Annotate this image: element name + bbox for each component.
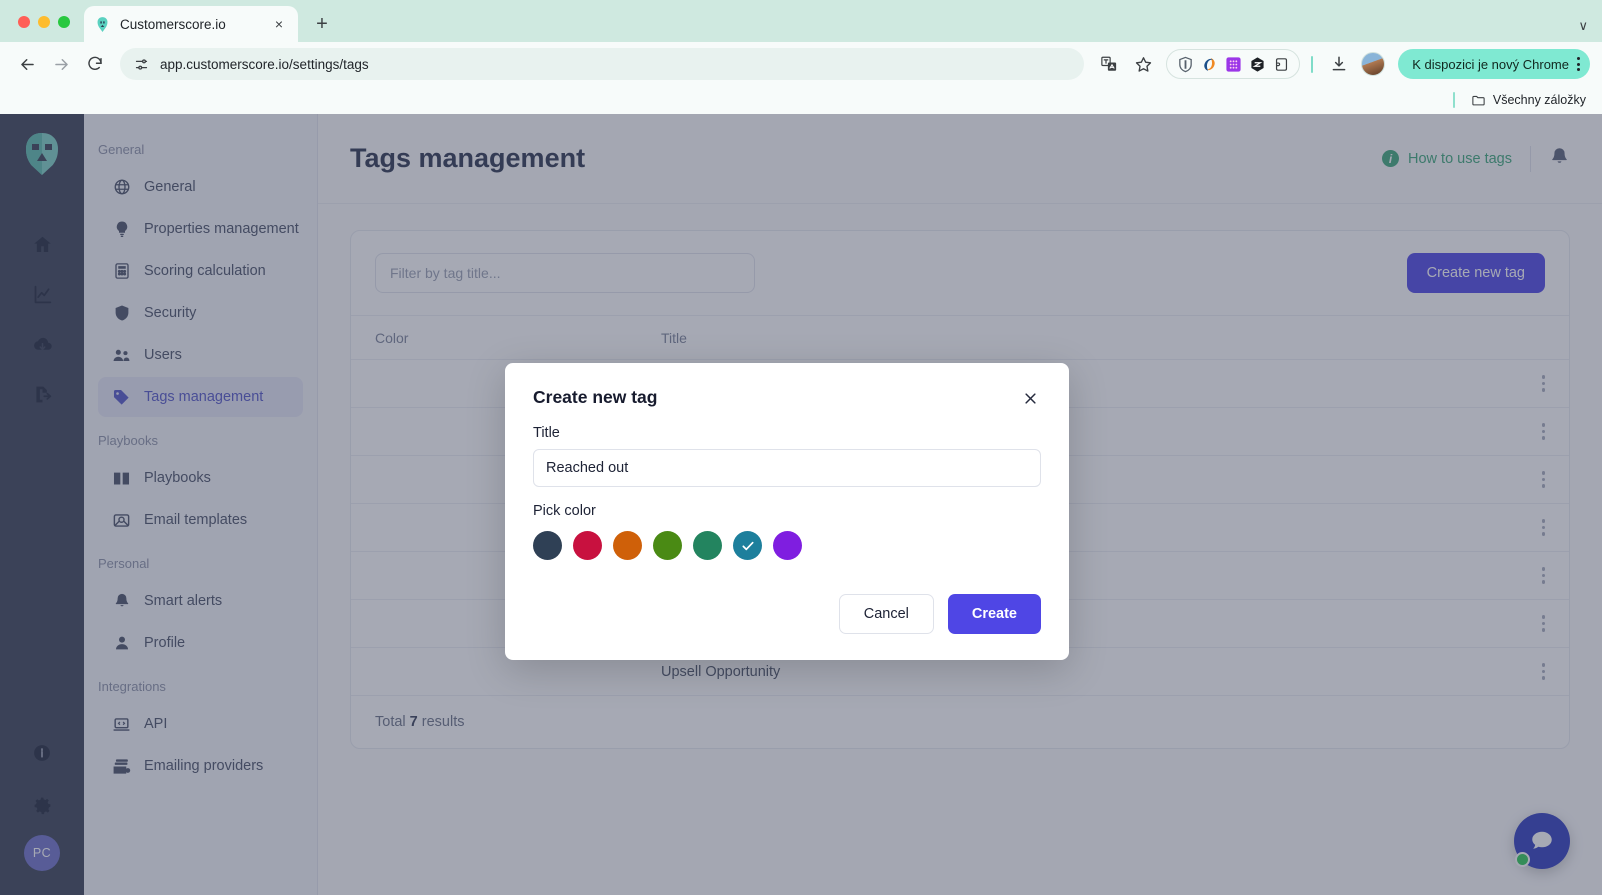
three-dot-menu-icon[interactable] — [1575, 57, 1580, 71]
back-button[interactable] — [12, 49, 42, 79]
close-tab-button[interactable]: × — [270, 15, 288, 33]
color-option-teal[interactable] — [733, 531, 762, 560]
bookmarks-divider — [1452, 92, 1455, 108]
browser-tab[interactable]: Customerscore.io × — [84, 6, 298, 42]
all-bookmarks-button[interactable]: Všechny záložky — [1471, 93, 1586, 108]
toolbar-divider — [1311, 55, 1314, 73]
cancel-button[interactable]: Cancel — [838, 594, 934, 634]
close-window-button[interactable] — [18, 16, 30, 28]
url-text: app.customerscore.io/settings/tags — [160, 56, 369, 72]
star-icon[interactable] — [1128, 49, 1158, 79]
color-picker — [533, 531, 1041, 560]
minimize-window-button[interactable] — [38, 16, 50, 28]
extensions-group[interactable] — [1166, 49, 1301, 79]
tab-strip: Customerscore.io × + ∨ — [0, 0, 1602, 42]
color-option-navy[interactable] — [533, 531, 562, 560]
hexagon-extension-icon[interactable] — [1247, 54, 1267, 74]
modal-title: Create new tag — [533, 387, 658, 407]
color-option-green[interactable] — [653, 531, 682, 560]
color-option-crimson[interactable] — [573, 531, 602, 560]
tab-title: Customerscore.io — [120, 16, 226, 32]
swirl-extension-icon[interactable] — [1199, 54, 1219, 74]
profile-avatar[interactable] — [1358, 49, 1388, 79]
spartan-helmet-icon — [97, 16, 108, 32]
title-input[interactable] — [533, 449, 1041, 487]
check-icon — [741, 541, 754, 550]
create-new-tag-modal: Create new tag Title Pick color — [505, 363, 1069, 660]
close-icon[interactable] — [1019, 387, 1041, 409]
chrome-update-pill[interactable]: K dispozici je nový Chrome — [1398, 49, 1590, 79]
maximize-window-button[interactable] — [58, 16, 70, 28]
color-option-emerald[interactable] — [693, 531, 722, 560]
grid-extension-icon[interactable] — [1223, 54, 1243, 74]
all-bookmarks-label: Všechny záložky — [1492, 93, 1586, 107]
color-option-violet[interactable] — [773, 531, 802, 560]
title-field-label: Title — [533, 425, 560, 441]
address-bar[interactable]: app.customerscore.io/settings/tags — [120, 48, 1085, 80]
new-tab-button[interactable]: + — [308, 10, 336, 38]
browser-toolbar: app.customerscore.io/settings/tags K dis… — [0, 42, 1602, 86]
modal-header: Create new tag — [533, 387, 1041, 409]
reload-button[interactable] — [80, 49, 110, 79]
shield-extension-icon[interactable] — [1175, 54, 1195, 74]
pick-color-label: Pick color — [533, 503, 596, 519]
puzzle-extension-icon[interactable] — [1271, 54, 1291, 74]
bookmarks-bar: Všechny záložky — [0, 86, 1602, 114]
window-controls[interactable] — [0, 16, 70, 42]
forward-button[interactable] — [46, 49, 76, 79]
download-icon[interactable] — [1324, 49, 1354, 79]
translate-icon[interactable] — [1094, 49, 1124, 79]
page-viewport: PC General General Properties management… — [0, 114, 1602, 895]
modal-actions: Cancel Create — [533, 594, 1041, 634]
site-settings-icon[interactable] — [132, 55, 150, 73]
folder-icon — [1472, 95, 1485, 105]
chevron-down-icon[interactable]: ∨ — [1578, 18, 1588, 34]
chrome-update-label: K dispozici je nový Chrome — [1412, 56, 1569, 72]
color-option-orange[interactable] — [613, 531, 642, 560]
create-button[interactable]: Create — [947, 594, 1041, 634]
browser-window: Customerscore.io × + ∨ app.customerscore… — [0, 0, 1602, 895]
